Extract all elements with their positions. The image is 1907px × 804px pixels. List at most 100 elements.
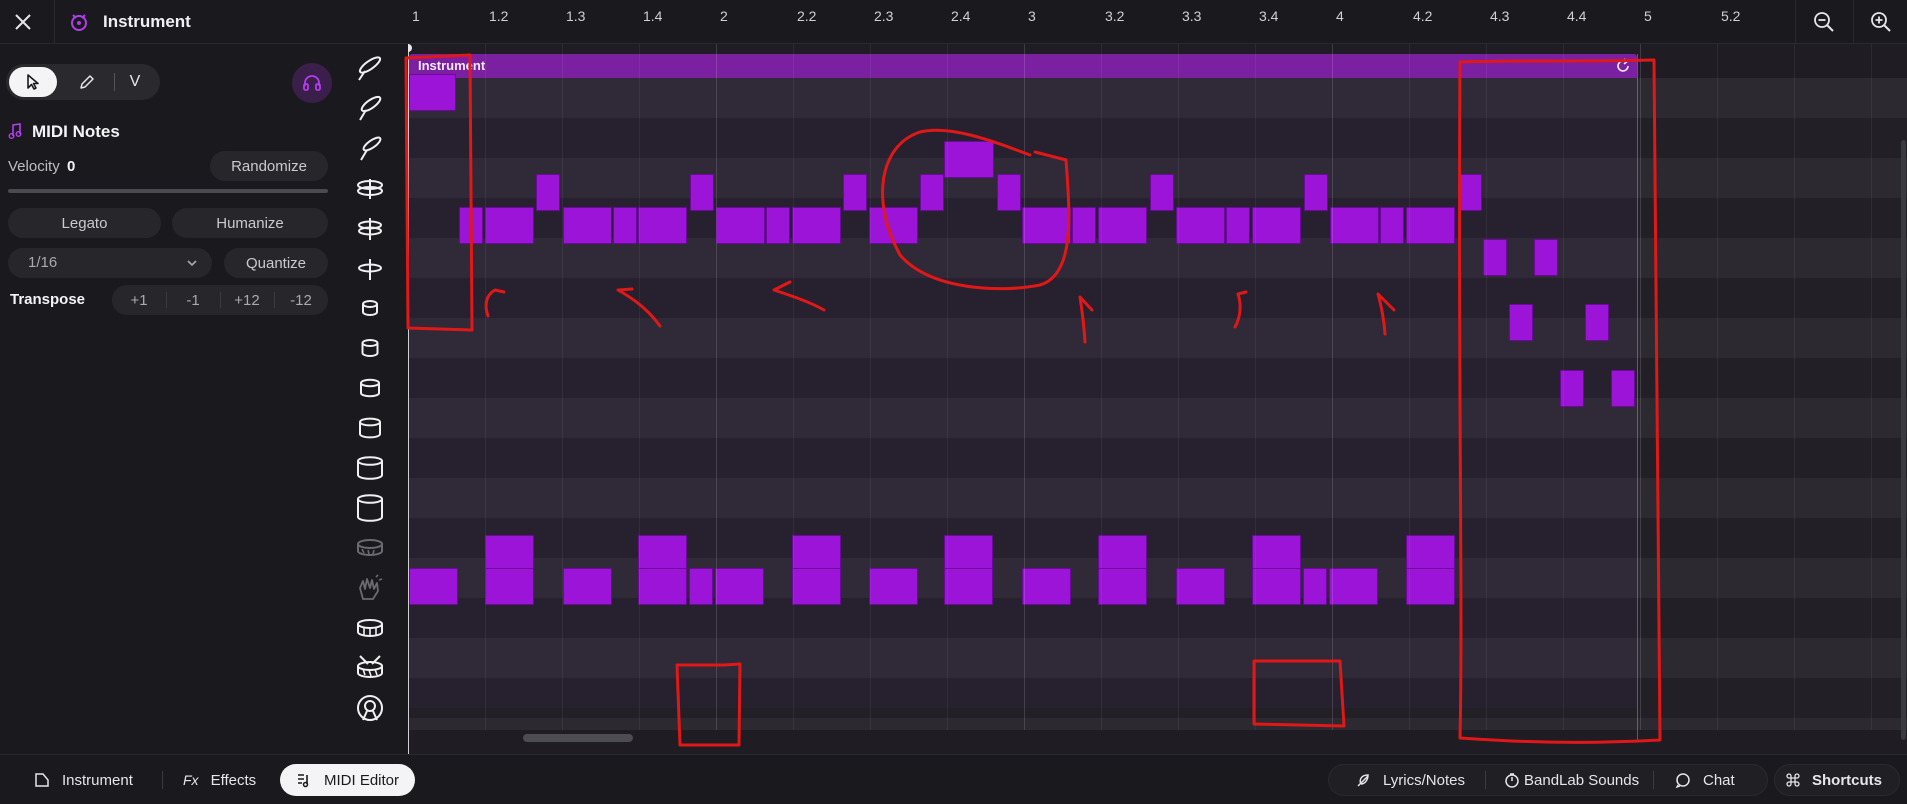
midi-note[interactable]: [1509, 304, 1533, 341]
piano-roll[interactable]: 1 1.2 1.3 1.4 2 2.2 2.3 2.4 3 3.2 3.3 3.…: [408, 0, 1907, 754]
midi-note[interactable]: [1380, 207, 1404, 244]
midi-note[interactable]: [944, 141, 994, 178]
midi-note[interactable]: [716, 207, 765, 244]
midi-note[interactable]: [1150, 174, 1174, 211]
midi-note[interactable]: [792, 535, 841, 572]
velocity-slider[interactable]: [8, 189, 328, 193]
midi-note[interactable]: [792, 207, 841, 244]
velocity-tool-button[interactable]: V: [111, 67, 159, 97]
grid-size-select[interactable]: 1/16: [8, 248, 212, 278]
region-end-marker[interactable]: [1637, 54, 1638, 740]
tom-icon[interactable]: [354, 412, 386, 444]
zoom-in-icon[interactable]: [1867, 8, 1895, 36]
ride-cymbal-icon[interactable]: [354, 172, 386, 204]
tom-icon[interactable]: [354, 332, 386, 364]
select-tool-button[interactable]: [9, 67, 57, 97]
midi-note[interactable]: [1611, 370, 1635, 407]
midi-note[interactable]: [1098, 568, 1147, 605]
midi-note[interactable]: [1458, 174, 1482, 211]
midi-note[interactable]: [1330, 207, 1379, 244]
vertical-scrollbar[interactable]: [1901, 140, 1906, 740]
tab-midi-editor[interactable]: MIDI Editor: [280, 764, 416, 796]
midi-note[interactable]: [1534, 239, 1558, 276]
snare-icon[interactable]: [354, 612, 386, 644]
crash-cymbal-icon[interactable]: [354, 52, 386, 84]
humanize-button[interactable]: Humanize: [172, 208, 328, 238]
floor-tom-icon[interactable]: [354, 452, 386, 484]
midi-note[interactable]: [536, 174, 560, 211]
pencil-tool-button[interactable]: [63, 67, 111, 97]
tom-icon[interactable]: [354, 292, 386, 324]
zoom-out-icon[interactable]: [1810, 8, 1838, 36]
closed-hihat-icon[interactable]: [354, 252, 386, 284]
midi-note[interactable]: [689, 568, 713, 605]
midi-note[interactable]: [1022, 568, 1071, 605]
note-grid[interactable]: Instrument: [408, 44, 1907, 754]
kick-drum-icon[interactable]: [354, 692, 386, 724]
midi-note[interactable]: [1252, 207, 1301, 244]
midi-note[interactable]: [1252, 568, 1301, 605]
quantize-button[interactable]: Quantize: [224, 248, 328, 278]
tom-icon[interactable]: [354, 372, 386, 404]
midi-note[interactable]: [1226, 207, 1250, 244]
close-icon[interactable]: [10, 9, 36, 35]
midi-note[interactable]: [869, 568, 918, 605]
midi-note[interactable]: [1585, 304, 1609, 341]
midi-note[interactable]: [843, 174, 867, 211]
chat-button[interactable]: Chat: [1675, 764, 1735, 796]
midi-note[interactable]: [1022, 207, 1071, 244]
midi-region[interactable]: [409, 78, 1637, 708]
midi-note[interactable]: [1304, 174, 1328, 211]
midi-note[interactable]: [997, 174, 1021, 211]
midi-note[interactable]: [485, 207, 534, 244]
tab-effects[interactable]: Fx Effects: [183, 764, 256, 796]
midi-note[interactable]: [1176, 207, 1225, 244]
midi-note[interactable]: [792, 568, 841, 605]
midi-note[interactable]: [1098, 535, 1147, 572]
bandlab-sounds-button[interactable]: BandLab Sounds: [1504, 764, 1639, 796]
transpose-minus-1-button[interactable]: -1: [166, 285, 220, 315]
midi-note[interactable]: [638, 207, 687, 244]
crash-cymbal-icon[interactable]: [354, 132, 386, 164]
transpose-plus-1-button[interactable]: +1: [112, 285, 166, 315]
lyrics-notes-button[interactable]: Lyrics/Notes: [1355, 764, 1465, 796]
midi-note[interactable]: [409, 74, 456, 111]
playhead[interactable]: [408, 44, 409, 754]
midi-note[interactable]: [485, 535, 534, 572]
headphones-button[interactable]: [292, 63, 332, 103]
midi-note[interactable]: [715, 568, 764, 605]
midi-note[interactable]: [638, 568, 687, 605]
transpose-plus-12-button[interactable]: +12: [220, 285, 274, 315]
midi-note[interactable]: [766, 207, 790, 244]
snare-icon[interactable]: [354, 652, 386, 684]
open-hihat-icon[interactable]: [354, 212, 386, 244]
floor-tom-icon[interactable]: [354, 492, 386, 524]
midi-note[interactable]: [944, 535, 993, 572]
horizontal-scrollbar[interactable]: [523, 734, 633, 742]
midi-note[interactable]: [690, 174, 714, 211]
loop-icon[interactable]: [1615, 58, 1631, 74]
midi-note[interactable]: [944, 568, 993, 605]
midi-note[interactable]: [485, 568, 534, 605]
region-header[interactable]: Instrument: [409, 54, 1637, 78]
midi-note[interactable]: [1406, 568, 1455, 605]
midi-note[interactable]: [1176, 568, 1225, 605]
midi-note[interactable]: [1072, 207, 1096, 244]
midi-note[interactable]: [1329, 568, 1378, 605]
shortcuts-button[interactable]: Shortcuts: [1786, 764, 1882, 796]
midi-note[interactable]: [1303, 568, 1327, 605]
crash-cymbal-icon[interactable]: [354, 92, 386, 124]
transpose-minus-12-button[interactable]: -12: [274, 285, 328, 315]
timeline-ruler[interactable]: 1 1.2 1.3 1.4 2 2.2 2.3 2.4 3 3.2 3.3 3.…: [408, 0, 1907, 44]
midi-note[interactable]: [613, 207, 637, 244]
rim-icon[interactable]: [354, 532, 386, 564]
midi-note[interactable]: [1098, 207, 1147, 244]
tab-instrument[interactable]: Instrument: [34, 764, 133, 796]
midi-note[interactable]: [459, 207, 483, 244]
midi-note[interactable]: [1406, 535, 1455, 572]
midi-note[interactable]: [638, 535, 687, 572]
clap-icon[interactable]: [354, 572, 386, 604]
midi-note[interactable]: [1252, 535, 1301, 572]
midi-note[interactable]: [409, 568, 458, 605]
midi-note[interactable]: [869, 207, 918, 244]
